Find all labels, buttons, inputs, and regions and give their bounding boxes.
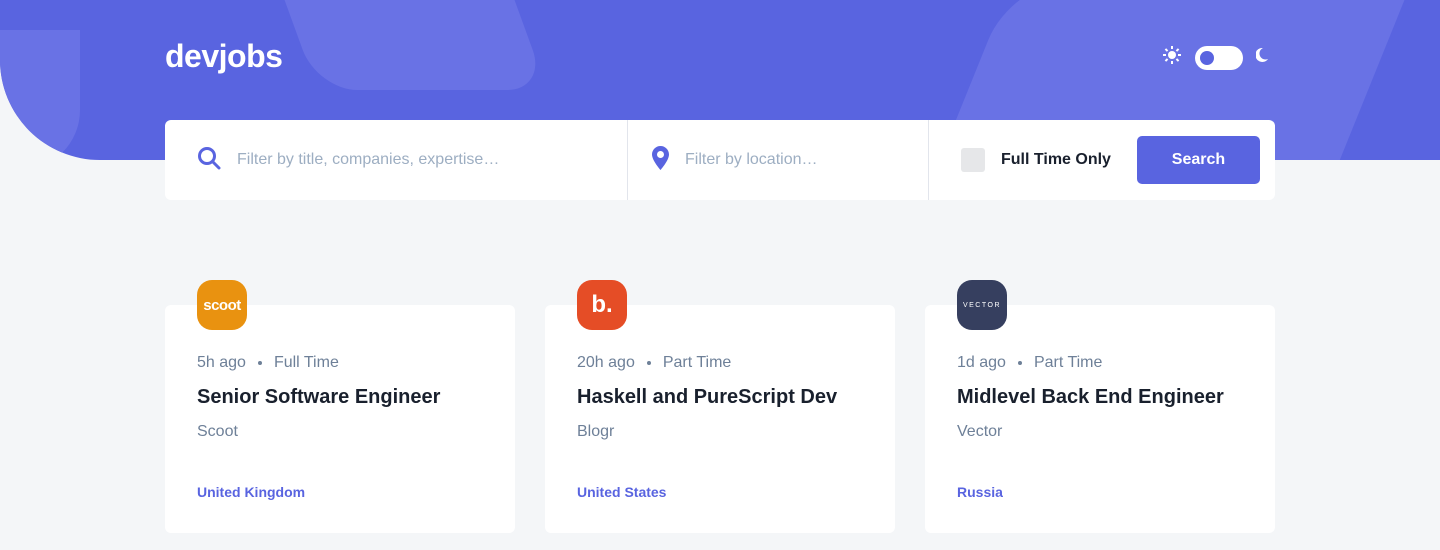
job-meta: 20h ago Part Time (577, 354, 863, 372)
separator-dot (1017, 361, 1022, 365)
separator-dot (257, 361, 262, 365)
job-title[interactable]: Haskell and PureScript Dev (577, 386, 863, 409)
logo[interactable]: devjobs (165, 38, 283, 75)
job-meta: 1d ago Part Time (957, 354, 1243, 372)
posted-time: 1d ago (957, 354, 1006, 371)
company-logo: scoot (197, 280, 247, 330)
posted-time: 5h ago (197, 354, 246, 371)
header-decor (262, 0, 548, 90)
job-title[interactable]: Senior Software Engineer (197, 386, 483, 409)
moon-icon (1255, 47, 1268, 67)
job-title[interactable]: Midlevel Back End Engineer (957, 386, 1243, 409)
job-card[interactable]: b. 20h ago Part Time Haskell and PureScr… (545, 280, 895, 533)
contract-type: Part Time (662, 354, 732, 371)
title-filter (165, 120, 628, 200)
company-name: Blogr (577, 423, 615, 440)
company-name: Vector (957, 423, 1003, 440)
job-meta: 5h ago Full Time (197, 354, 483, 372)
separator-dot (646, 361, 651, 365)
theme-toggle[interactable] (1195, 45, 1243, 70)
fulltime-checkbox[interactable] (961, 148, 985, 172)
job-card[interactable]: VECTOR 1d ago Part Time Midlevel Back En… (925, 280, 1275, 533)
job-card[interactable]: scoot 5h ago Full Time Senior Software E… (165, 280, 515, 533)
fulltime-label[interactable]: Full Time Only (1001, 151, 1111, 169)
company-logo: b. (577, 280, 627, 330)
location-pin-icon (652, 145, 669, 175)
theme-switcher (1162, 45, 1268, 70)
location-filter-input[interactable] (685, 151, 905, 169)
location-filter (628, 120, 929, 200)
search-button[interactable]: Search (1136, 136, 1260, 184)
title-filter-input[interactable] (237, 151, 567, 169)
contract-type: Full Time (273, 354, 339, 371)
posted-time: 20h ago (577, 354, 635, 371)
toggle-knob (1200, 50, 1214, 65)
company-name: Scoot (197, 423, 238, 440)
job-location: Russia (957, 484, 1003, 500)
company-logo: VECTOR (957, 280, 1007, 330)
job-location: United States (577, 484, 667, 500)
search-icon (197, 146, 221, 175)
search-bar: Full Time Only Search (165, 120, 1275, 200)
fulltime-filter: Full Time Only Search (929, 120, 1275, 200)
header-decor (0, 30, 80, 160)
job-location: United Kingdom (197, 484, 306, 500)
contract-type: Part Time (1033, 354, 1103, 371)
sun-icon (1162, 45, 1182, 70)
